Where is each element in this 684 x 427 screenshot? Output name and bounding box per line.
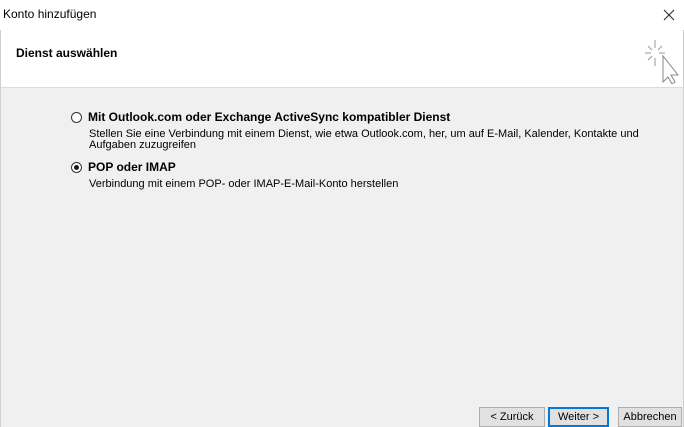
- radio-exchange-activesync[interactable]: [71, 111, 82, 123]
- option-exchange-activesync: Mit Outlook.com oder Exchange ActiveSync…: [71, 109, 664, 151]
- close-button[interactable]: [654, 0, 684, 30]
- close-icon: [663, 9, 675, 21]
- wizard-footer: < Zurück Weiter > Abbrechen: [1, 399, 683, 427]
- cancel-button[interactable]: Abbrechen: [618, 407, 682, 427]
- back-button[interactable]: < Zurück: [479, 407, 545, 427]
- title-bar: Konto hinzufügen: [0, 0, 684, 30]
- option-pop-imap: POP oder IMAP Verbindung mit einem POP- …: [71, 159, 664, 190]
- option-label[interactable]: Mit Outlook.com oder Exchange ActiveSync…: [88, 110, 450, 124]
- window-title: Konto hinzufügen: [3, 7, 97, 21]
- next-button[interactable]: Weiter >: [548, 407, 609, 427]
- wizard-content: Mit Outlook.com oder Exchange ActiveSync…: [1, 88, 683, 399]
- option-description: Verbindung mit einem POP- oder IMAP-E-Ma…: [89, 178, 399, 190]
- sparkle-cursor-icon: [645, 40, 680, 84]
- radio-pop-imap[interactable]: [71, 161, 82, 173]
- option-description: Stellen Sie eine Verbindung mit einem Di…: [89, 128, 639, 151]
- wizard-header: Dienst auswählen: [1, 30, 683, 88]
- page-title: Dienst auswählen: [16, 46, 118, 60]
- option-label[interactable]: POP oder IMAP: [88, 160, 176, 174]
